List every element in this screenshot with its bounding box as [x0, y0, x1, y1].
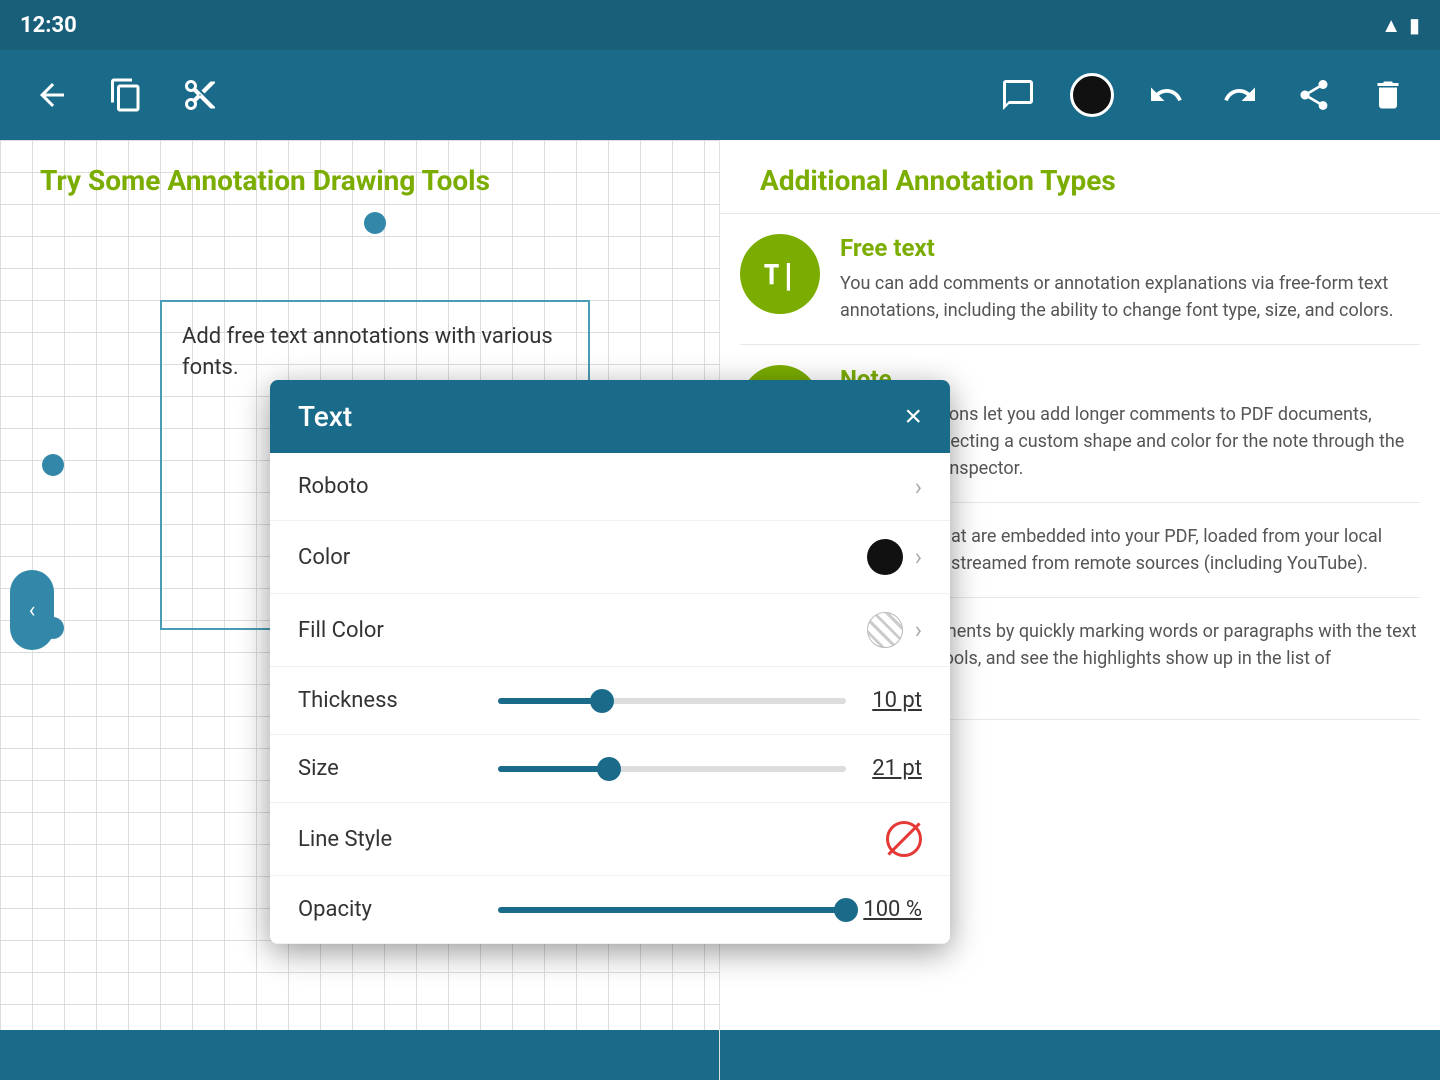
freetext-name: Free text: [840, 234, 1420, 262]
freetext-desc: You can add comments or annotation expla…: [840, 270, 1420, 324]
battery-icon: ▮: [1409, 13, 1420, 37]
size-slider-fill: [498, 766, 609, 772]
dialog-row-fillcolor[interactable]: Fill Color ›: [270, 594, 950, 667]
copy-button[interactable]: [104, 73, 148, 117]
color-chevron-icon: ›: [915, 543, 922, 571]
right-bottom-bar: [720, 1030, 1440, 1080]
thickness-slider-container: 10 pt: [498, 688, 922, 713]
no-linestyle-icon: [886, 821, 922, 857]
size-label: Size: [298, 756, 498, 781]
dialog-row-linestyle[interactable]: Line Style: [270, 803, 950, 876]
back-button[interactable]: [30, 73, 74, 117]
thickness-value: 10 pt: [862, 688, 922, 713]
handle-left[interactable]: [42, 454, 64, 476]
undo-button[interactable]: [1144, 73, 1188, 117]
opacity-slider-container: 100 %: [498, 897, 922, 922]
font-value: ›: [498, 473, 922, 501]
status-bar: 12:30 ▲ ▮: [0, 0, 1440, 50]
dialog-row-color[interactable]: Color ›: [270, 521, 950, 594]
opacity-label: Opacity: [298, 897, 498, 922]
thickness-slider-fill: [498, 698, 602, 704]
delete-button[interactable]: [1366, 73, 1410, 117]
fillcolor-value: ›: [498, 612, 922, 648]
right-panel-header: Additional Annotation Types: [720, 140, 1440, 214]
linestyle-label: Line Style: [298, 827, 498, 852]
dialog-title: Text: [298, 400, 352, 433]
opacity-slider-fill: [498, 907, 846, 913]
sidebar-collapse-button[interactable]: ‹: [10, 570, 54, 650]
comment-button[interactable]: [996, 73, 1040, 117]
status-icons: ▲ ▮: [1381, 13, 1420, 38]
toolbar-left: [30, 73, 222, 117]
opacity-slider-thumb[interactable]: [834, 898, 858, 922]
color-picker[interactable]: [1070, 73, 1114, 117]
fillcolor-chevron-icon: ›: [915, 616, 922, 644]
dialog-close-button[interactable]: ×: [904, 402, 922, 432]
chevron-left-icon: ‹: [29, 598, 36, 623]
handle-top[interactable]: [364, 212, 386, 234]
thickness-slider-thumb[interactable]: [590, 689, 614, 713]
size-slider-container: 21 pt: [498, 756, 922, 781]
left-bottom-bar: [0, 1030, 719, 1080]
color-label: Color: [298, 545, 498, 570]
redo-button[interactable]: [1218, 73, 1262, 117]
color-swatch[interactable]: [867, 539, 903, 575]
signal-icon: ▲: [1381, 13, 1401, 38]
dialog-body: Roboto › Color › Fill Color ›: [270, 453, 950, 944]
linestyle-value: [498, 821, 922, 857]
toolbar: [0, 50, 1440, 140]
font-label: Roboto: [298, 474, 498, 499]
size-value: 21 pt: [862, 756, 922, 781]
share-button[interactable]: [1292, 73, 1336, 117]
dialog-row-opacity: Opacity 100 %: [270, 876, 950, 944]
freetext-icon: T|: [740, 234, 820, 314]
size-slider-thumb[interactable]: [597, 757, 621, 781]
dialog-row-font[interactable]: Roboto ›: [270, 453, 950, 521]
annotation-row-freetext: T| Free text You can add comments or ann…: [740, 214, 1420, 345]
size-slider-track: [498, 766, 846, 772]
dialog-row-thickness: Thickness 10 pt: [270, 667, 950, 735]
text-dialog: Text × Roboto › Color › Fill Color: [270, 380, 950, 944]
fill-pattern-swatch[interactable]: [867, 612, 903, 648]
color-value: ›: [498, 539, 922, 575]
opacity-slider-track: [498, 907, 846, 913]
freetext-info: Free text You can add comments or annota…: [840, 234, 1420, 324]
font-chevron-icon: ›: [915, 473, 922, 501]
thickness-label: Thickness: [298, 688, 498, 713]
toolbar-right: [996, 73, 1410, 117]
right-panel-title: Additional Annotation Types: [760, 164, 1400, 197]
thickness-slider-track: [498, 698, 846, 704]
left-panel-header: Try Some Annotation Drawing Tools: [0, 140, 719, 213]
status-time: 12:30: [20, 13, 77, 38]
fillcolor-label: Fill Color: [298, 618, 498, 643]
dialog-header: Text ×: [270, 380, 950, 453]
scissors-button[interactable]: [178, 73, 222, 117]
left-panel-title: Try Some Annotation Drawing Tools: [40, 164, 679, 197]
opacity-value: 100 %: [862, 897, 922, 922]
dialog-row-size: Size 21 pt: [270, 735, 950, 803]
